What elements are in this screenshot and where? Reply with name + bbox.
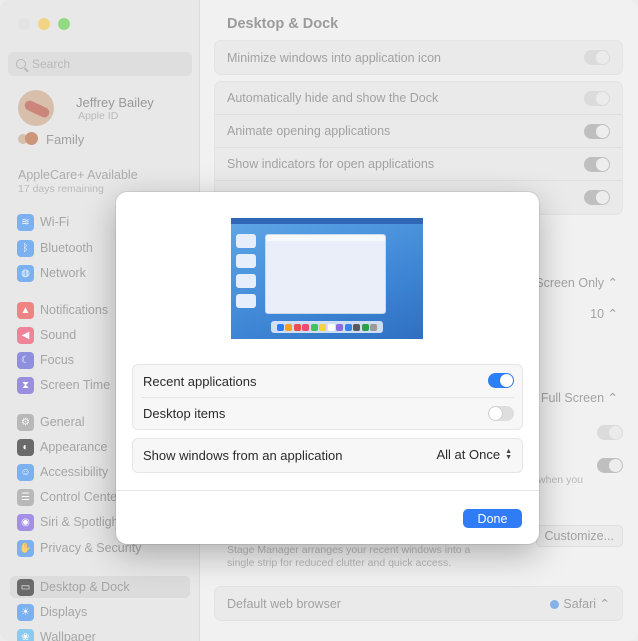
stage-thumbnail <box>236 254 256 268</box>
dock-app-icon <box>276 323 284 331</box>
sheet-group-windows: Show windows from an application All at … <box>132 438 523 473</box>
show-windows-label: Show windows from an application <box>143 448 343 463</box>
dock-app-icon <box>353 323 361 331</box>
dock-app-icon <box>361 323 369 331</box>
dock-app-icon <box>285 323 293 331</box>
preview-window <box>265 234 386 314</box>
dock-app-icon <box>344 323 352 331</box>
desktop-items-row: Desktop items <box>141 397 514 429</box>
show-windows-row: Show windows from an application All at … <box>133 439 522 472</box>
dock-app-icon <box>327 323 335 331</box>
preview-dock <box>271 321 383 333</box>
sheet-group-stage: Recent applications Desktop items <box>132 364 523 430</box>
desktop-preview-image <box>231 218 423 339</box>
recent-applications-row: Recent applications <box>133 365 522 397</box>
settings-window: Search Jeffrey Bailey Apple ID Family Ap… <box>0 0 638 641</box>
stage-thumbnail <box>236 294 256 308</box>
stage-thumbnail <box>236 234 256 248</box>
dock-app-icon <box>370 323 378 331</box>
dock-options-sheet: Recent applications Desktop items Show w… <box>116 192 539 544</box>
dock-app-icon <box>336 323 344 331</box>
dock-app-icon <box>302 323 310 331</box>
recent-applications-toggle[interactable] <box>488 373 514 388</box>
dock-app-icon <box>319 323 327 331</box>
sheet-divider <box>116 490 539 491</box>
recent-applications-label: Recent applications <box>143 373 257 389</box>
desktop-items-toggle[interactable] <box>488 406 514 421</box>
desktop-items-label: Desktop items <box>143 406 226 421</box>
done-button[interactable]: Done <box>463 509 522 528</box>
show-windows-popup[interactable]: All at Once ▲ ▼ <box>436 447 512 462</box>
dock-app-icon <box>293 323 301 331</box>
chevron-updown-icon: ▲ ▼ <box>505 447 512 461</box>
stage-thumbnail <box>236 274 256 288</box>
dock-app-icon <box>310 323 318 331</box>
